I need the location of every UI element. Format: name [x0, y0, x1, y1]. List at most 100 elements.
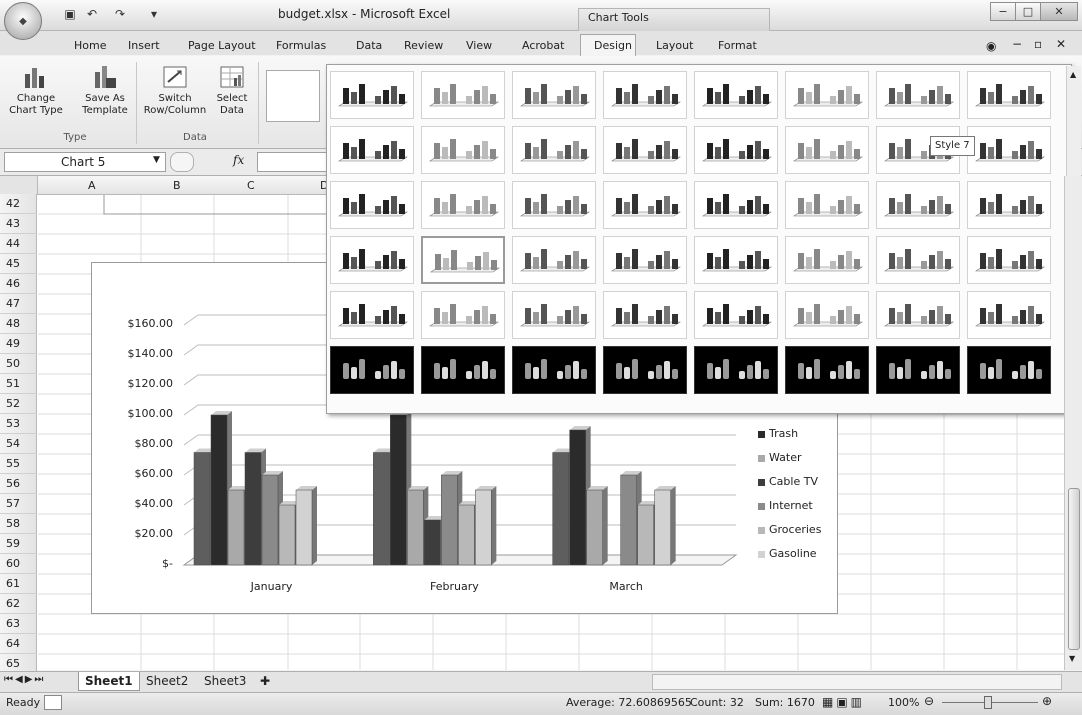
customize-qat-icon[interactable]: ▾ [146, 6, 162, 22]
scroll-down-icon[interactable]: ▼ [1069, 654, 1075, 663]
chart-style-option[interactable] [421, 291, 505, 339]
office-button[interactable]: ◆ [4, 2, 42, 40]
chart-style-option[interactable] [603, 71, 687, 119]
chart-style-option[interactable] [876, 236, 960, 284]
chart-style-option[interactable] [512, 291, 596, 339]
chart-style-option[interactable] [785, 236, 869, 284]
chart-style-option[interactable] [330, 126, 414, 174]
chart-style-option[interactable] [967, 346, 1051, 394]
scroll-thumb[interactable] [1068, 488, 1080, 650]
row-header[interactable]: 56 [0, 474, 37, 494]
row-header[interactable]: 61 [0, 574, 37, 594]
macro-record-icon[interactable] [44, 695, 62, 710]
row-header[interactable]: 57 [0, 494, 37, 514]
chart-style-option[interactable] [512, 236, 596, 284]
sheet-tab-sheet1[interactable]: Sheet1 [78, 672, 140, 691]
tab-format[interactable]: Format [718, 39, 757, 52]
chart-style-option[interactable] [876, 291, 960, 339]
chart-style-option[interactable] [330, 236, 414, 284]
formula-expand-icon[interactable] [170, 152, 194, 172]
chart-style-option[interactable] [694, 126, 778, 174]
chart-bar[interactable] [458, 504, 475, 566]
row-header[interactable]: 54 [0, 434, 37, 454]
sheet-nav-icons[interactable]: ⏮◀▶⏭ [4, 674, 45, 685]
chart-style-option[interactable] [694, 236, 778, 284]
chart-style-option[interactable] [876, 181, 960, 229]
row-header[interactable]: 46 [0, 274, 37, 294]
chart-style-option[interactable] [330, 346, 414, 394]
row-header[interactable]: 43 [0, 214, 37, 234]
undo-icon[interactable]: ↶ [84, 6, 100, 22]
ribbon-minimize-icon[interactable]: − [1012, 37, 1022, 51]
row-header[interactable]: 51 [0, 374, 37, 394]
chart-style-option[interactable] [694, 346, 778, 394]
chart-style-option[interactable] [876, 346, 960, 394]
help-icon[interactable]: ◉ [986, 39, 996, 53]
row-header[interactable]: 59 [0, 534, 37, 554]
tab-home[interactable]: Home [74, 39, 106, 52]
row-header[interactable]: 42 [0, 194, 37, 214]
column-header-c[interactable]: C [247, 179, 255, 192]
chart-bar[interactable] [210, 414, 228, 566]
chart-style-option[interactable] [785, 126, 869, 174]
chart-style-option[interactable] [512, 346, 596, 394]
chart-style-option[interactable] [421, 346, 505, 394]
zoom-in-icon[interactable]: ⊕ [1042, 694, 1052, 708]
sheet-tab-sheet3[interactable]: Sheet3 [198, 672, 252, 690]
close-button[interactable]: ✕ [1040, 2, 1078, 21]
legend-item[interactable]: Water [758, 451, 802, 464]
maximize-button[interactable]: □ [1015, 2, 1041, 21]
horizontal-scrollbar[interactable] [652, 674, 1062, 690]
chart-bar[interactable] [475, 489, 492, 566]
switch-row-column-button[interactable]: Switch Row/Column [142, 64, 208, 117]
zoom-out-icon[interactable]: ⊖ [924, 694, 934, 708]
chart-style-option[interactable] [785, 181, 869, 229]
chart-style-option[interactable] [785, 346, 869, 394]
chart-style-option[interactable] [421, 71, 505, 119]
tab-insert[interactable]: Insert [128, 39, 160, 52]
row-header[interactable]: 53 [0, 414, 37, 434]
sheet-tab-sheet2[interactable]: Sheet2 [140, 672, 194, 690]
vertical-scrollbar[interactable]: ▼ [1064, 176, 1082, 670]
chart-style-option[interactable] [512, 126, 596, 174]
row-header[interactable]: 50 [0, 354, 37, 374]
chart-style-option[interactable] [330, 291, 414, 339]
legend-item[interactable]: Internet [758, 499, 813, 512]
row-header[interactable]: 63 [0, 614, 37, 634]
legend-item[interactable]: Gasoline [758, 547, 817, 560]
legend-item[interactable]: Trash [758, 427, 798, 440]
chart-style-option[interactable] [967, 126, 1051, 174]
column-header-a[interactable]: A [88, 179, 96, 192]
chart-bar[interactable] [373, 452, 390, 566]
chart-style-option[interactable] [876, 71, 960, 119]
chart-bar[interactable] [407, 489, 424, 566]
row-header[interactable]: 49 [0, 334, 37, 354]
chart-bar[interactable] [620, 474, 637, 566]
tab-acrobat[interactable]: Acrobat [522, 39, 564, 52]
ribbon-restore-icon[interactable]: ▫ [1034, 37, 1042, 51]
chart-bar[interactable] [390, 414, 407, 566]
chart-style-option[interactable] [421, 181, 505, 229]
chart-layout-thumbnail[interactable] [266, 70, 320, 122]
chart-style-option[interactable] [603, 236, 687, 284]
row-header[interactable]: 58 [0, 514, 37, 534]
column-header-b[interactable]: B [173, 179, 181, 192]
chart-style-option[interactable] [785, 291, 869, 339]
row-header[interactable]: 55 [0, 454, 37, 474]
chart-style-option[interactable] [785, 71, 869, 119]
chart-style-option[interactable] [694, 71, 778, 119]
save-icon[interactable]: ▣ [62, 6, 78, 22]
scroll-up-icon[interactable]: ▲ [1070, 70, 1076, 79]
chart-style-option[interactable] [603, 181, 687, 229]
chart-bar[interactable] [424, 519, 441, 566]
chart-style-option[interactable] [421, 126, 505, 174]
row-header[interactable]: 64 [0, 634, 37, 654]
workbook-close-icon[interactable]: ✕ [1056, 37, 1066, 51]
chart-bar[interactable] [261, 474, 279, 566]
legend-item[interactable]: Groceries [758, 523, 821, 536]
formula-input[interactable] [257, 152, 329, 172]
select-data-button[interactable]: Select Data [212, 64, 252, 117]
tab-view[interactable]: View [466, 39, 492, 52]
chart-style-option[interactable] [603, 346, 687, 394]
legend-item[interactable]: Cable TV [758, 475, 818, 488]
